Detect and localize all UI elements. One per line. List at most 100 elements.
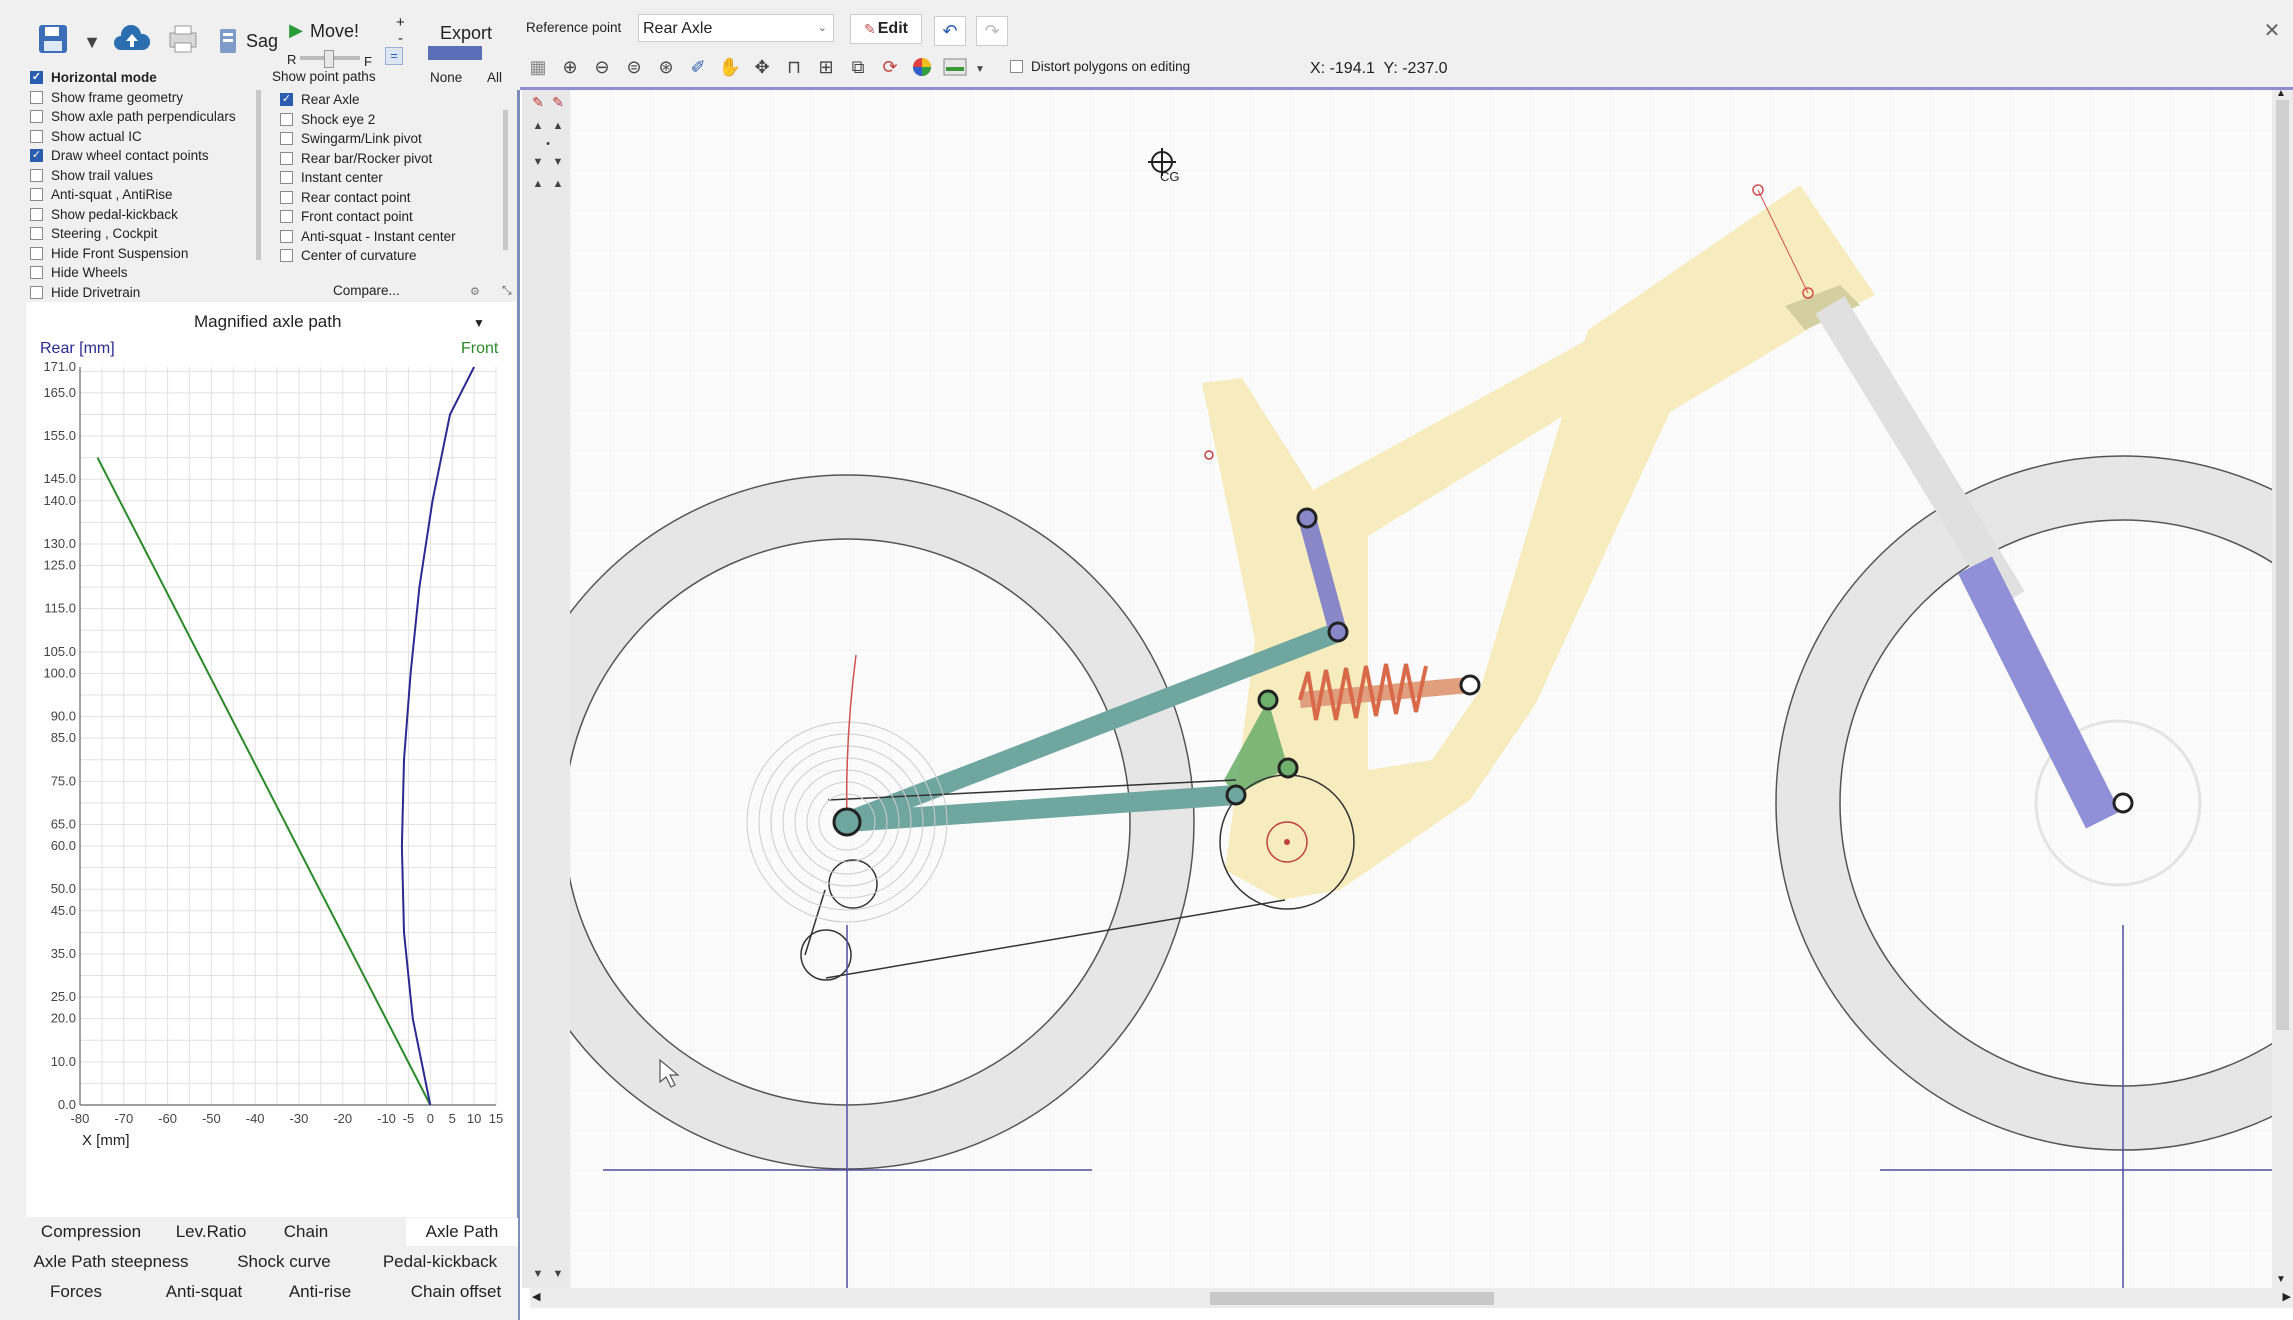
canvas-vertical-scrollbar[interactable]: ▲ ▼ (2272, 88, 2293, 1288)
checkbox[interactable] (30, 71, 43, 85)
tab-anti-squat[interactable]: Anti-squat (154, 1282, 254, 1302)
color-wheel-icon[interactable] (910, 55, 934, 79)
path-rear-axle[interactable]: Rear Axle (280, 90, 500, 110)
rear-axle-pivot[interactable] (832, 807, 862, 837)
checkbox[interactable] (30, 207, 43, 221)
checkbox[interactable] (280, 132, 293, 146)
option-show-trail-values[interactable]: Show trail values (30, 166, 260, 186)
options-scrollbar[interactable] (256, 90, 261, 260)
move-button[interactable]: Move! (310, 21, 359, 42)
point-paths-none-button[interactable]: None (430, 70, 462, 85)
point-paths-all-button[interactable]: All (487, 70, 502, 85)
option-show-frame-geometry[interactable]: Show frame geometry (30, 88, 260, 108)
checkbox[interactable] (30, 227, 43, 241)
plus-button[interactable]: + (396, 14, 405, 31)
refresh-icon[interactable]: ⟳ (878, 55, 902, 79)
scroll-down-arrow-icon[interactable]: ▼ (2276, 1274, 2286, 1285)
option-steering-cockpit[interactable]: Steering , Cockpit (30, 224, 260, 244)
redo-icon[interactable]: ↷ (976, 16, 1008, 46)
path-shock-eye-2[interactable]: Shock eye 2 (280, 110, 500, 130)
dropdown-arrow-icon[interactable]: ▼ (80, 30, 104, 54)
checkbox[interactable] (30, 110, 43, 124)
checkbox[interactable] (280, 210, 293, 224)
dimension-icon[interactable]: ⊞ (814, 55, 838, 79)
tab-pedal-kickback[interactable]: Pedal-kickback (370, 1252, 510, 1272)
tab-axle-path-steepness[interactable]: Axle Path steepness (26, 1252, 196, 1272)
checkbox[interactable] (30, 285, 43, 299)
pen-red-alt-icon[interactable]: ✎ (546, 90, 570, 114)
path-rear-contact-point[interactable]: Rear contact point (280, 188, 500, 208)
checkbox[interactable] (30, 129, 43, 143)
option-anti-squat-antirise[interactable]: Anti-squat , AntiRise (30, 185, 260, 205)
checkbox[interactable] (280, 93, 293, 107)
sag-label[interactable]: Sag (246, 31, 278, 52)
measure-icon[interactable]: ⊓ (782, 55, 806, 79)
checkbox[interactable] (280, 151, 293, 165)
zoom-region-icon[interactable]: ⊛ (654, 55, 678, 79)
scroll-down-alt-icon[interactable]: ▼ (546, 1262, 570, 1286)
close-icon[interactable]: ✕ (2260, 18, 2284, 42)
edit-button[interactable]: ✎ Edit (850, 14, 922, 44)
graph-selector-arrow-icon[interactable]: ▼ (473, 316, 485, 330)
path-center-of-curvature[interactable]: Center of curvature (280, 246, 500, 266)
bike-canvas[interactable]: CG (570, 90, 2285, 1288)
print-icon[interactable] (166, 22, 200, 56)
sag-icon[interactable] (216, 26, 240, 56)
scroll-up-arrow-icon[interactable]: ▲ (2276, 88, 2286, 99)
pan-hand-icon[interactable]: ✋ (718, 55, 742, 79)
checkbox[interactable] (30, 188, 43, 202)
reference-point-select[interactable]: Rear Axle ⌄ (638, 14, 834, 42)
tab-shock-curve[interactable]: Shock curve (224, 1252, 344, 1272)
option-show-axle-path-perpendiculars[interactable]: Show axle path perpendiculars (30, 107, 260, 127)
tab-lev-ratio[interactable]: Lev.Ratio (166, 1222, 256, 1242)
tab-chain[interactable]: Chain (266, 1222, 346, 1242)
tab-anti-rise[interactable]: Anti-rise (270, 1282, 370, 1302)
undo-icon[interactable]: ↶ (934, 16, 966, 46)
scroll-thumb[interactable] (1210, 1292, 1494, 1305)
chainstay-link-pivot[interactable] (1225, 784, 1247, 806)
option-draw-wheel-contact-points[interactable]: Draw wheel contact points (30, 146, 260, 166)
checkbox[interactable] (30, 266, 43, 280)
checkbox[interactable] (280, 112, 293, 126)
zoom-out-icon[interactable]: ⊖ (590, 55, 614, 79)
equal-button[interactable]: = (385, 47, 403, 65)
graph-selector[interactable]: Magnified axle path (194, 312, 341, 332)
link-upper-pivot[interactable] (1257, 689, 1279, 711)
minus-button[interactable]: - (398, 30, 403, 47)
compare-options-icon[interactable]: ⚙ (470, 285, 492, 298)
save-icon[interactable] (36, 22, 70, 56)
scroll-right-arrow-icon[interactable]: ▶ (2283, 1290, 2291, 1303)
paths-scrollbar[interactable] (503, 110, 508, 250)
front-axle-pivot[interactable] (2112, 792, 2134, 814)
option-horizontal-mode[interactable]: Horizontal mode (30, 68, 260, 88)
option-hide-front-suspension[interactable]: Hide Front Suspension (30, 244, 260, 264)
path-instant-center[interactable]: Instant center (280, 168, 500, 188)
slider-handle[interactable] (324, 50, 334, 68)
checkbox[interactable] (30, 90, 43, 104)
cloud-upload-icon[interactable] (112, 22, 152, 56)
chevron-down-icon[interactable]: ▼ (968, 57, 992, 81)
scroll-left-arrow-icon[interactable]: ◀ (532, 1290, 540, 1303)
checkbox[interactable] (280, 171, 293, 185)
zoom-in-icon[interactable]: ⊕ (558, 55, 582, 79)
option-show-pedal-kickback[interactable]: Show pedal-kickback (30, 205, 260, 225)
path-rear-bar-rocker-pivot[interactable]: Rear bar/Rocker pivot (280, 149, 500, 169)
export-button[interactable]: Export (440, 23, 492, 44)
rocker-seatstay-pivot[interactable] (1327, 621, 1349, 643)
option-hide-drivetrain[interactable]: Hide Drivetrain (30, 283, 260, 303)
checkbox[interactable] (280, 249, 293, 263)
play-icon[interactable]: ▶ (284, 18, 308, 42)
shock-eye-pivot[interactable] (1459, 674, 1481, 696)
tab-axle-path[interactable]: Axle Path (406, 1218, 518, 1246)
canvas-horizontal-scrollbar[interactable]: ◀ ▶ (530, 1288, 2293, 1308)
option-hide-wheels[interactable]: Hide Wheels (30, 263, 260, 283)
line-style-icon[interactable] (942, 55, 968, 79)
checkbox[interactable] (30, 149, 43, 163)
tab-compression[interactable]: Compression (26, 1222, 156, 1242)
path-front-contact-point[interactable]: Front contact point (280, 207, 500, 227)
align-down-alt-icon[interactable]: ▼ (546, 150, 570, 174)
path-anti-squat-instant-center[interactable]: Anti-squat - Instant center (280, 227, 500, 247)
checkbox[interactable] (30, 246, 43, 260)
bike-drawing[interactable]: CG (570, 90, 2285, 1288)
tab-forces[interactable]: Forces (26, 1282, 126, 1302)
